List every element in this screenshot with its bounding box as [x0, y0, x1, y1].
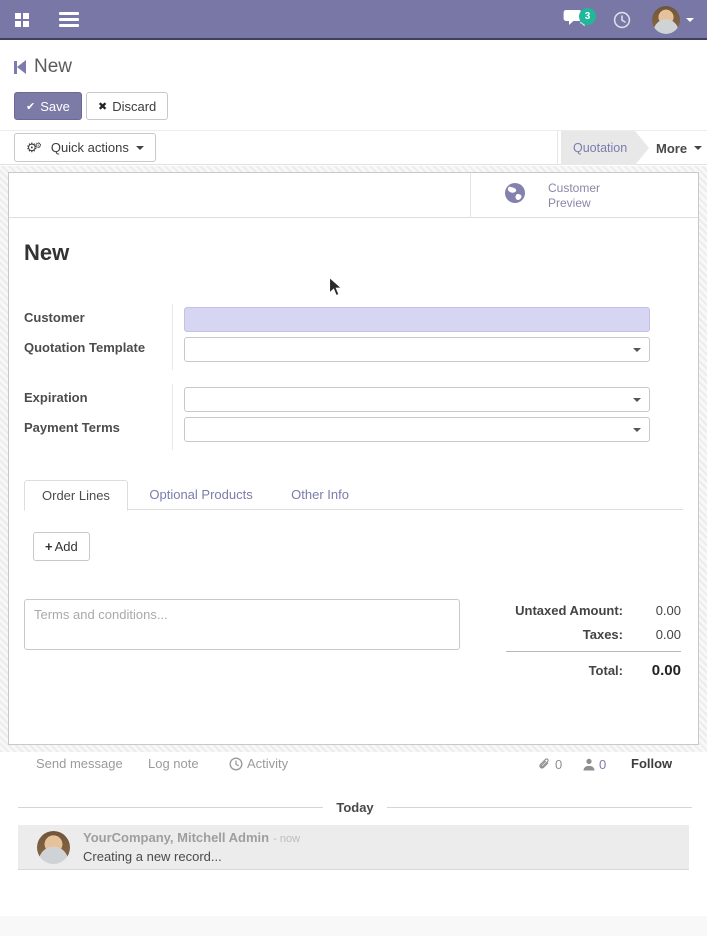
- stage-more-button[interactable]: More: [656, 131, 702, 165]
- terms-field: [24, 599, 460, 650]
- bottom-strip: [0, 916, 707, 936]
- paperclip-icon: [537, 757, 552, 772]
- send-message-button[interactable]: Send message: [36, 756, 123, 771]
- top-navbar: 3: [0, 0, 707, 40]
- payment-terms-input[interactable]: [185, 418, 649, 441]
- expiration-label: Expiration: [24, 390, 88, 405]
- customer-field[interactable]: [184, 307, 650, 332]
- tab-other-info[interactable]: Other Info: [274, 480, 366, 511]
- activity-clock-icon[interactable]: [613, 11, 631, 34]
- save-button[interactable]: ✔ Save: [14, 92, 82, 120]
- payment-terms-label: Payment Terms: [24, 420, 120, 435]
- customer-preview-button[interactable]: Customer Preview: [471, 173, 698, 218]
- clock-icon: [229, 757, 243, 771]
- add-line-button[interactable]: + Add: [33, 532, 90, 561]
- hamburger-menu-icon[interactable]: [59, 12, 79, 30]
- discard-button[interactable]: ✖ Discard: [86, 92, 168, 120]
- quotation-template-field[interactable]: [184, 337, 650, 362]
- odoo-window: 3 New ✔ Save ✖ Discard ⚙⚙ Quick actions …: [0, 0, 707, 936]
- followers-count: 0: [599, 757, 606, 772]
- chatter-toolbar: Send message Log note Activity 0 0 Follo…: [0, 756, 707, 778]
- notebook-tabs: Order Lines Optional Products Other Info: [24, 479, 683, 510]
- statusbar-row: ⚙⚙ Quick actions Quotation More: [0, 130, 707, 165]
- dropdown-caret-icon[interactable]: [633, 428, 641, 432]
- untaxed-amount-label: Untaxed Amount:: [515, 603, 623, 618]
- group-divider: [172, 384, 173, 450]
- schedule-activity-button[interactable]: Activity: [229, 756, 288, 771]
- total-value: 0.00: [623, 662, 681, 679]
- date-divider-label: Today: [323, 800, 386, 815]
- person-icon: [583, 758, 595, 771]
- group-divider: [172, 304, 173, 370]
- totals-panel: Untaxed Amount: 0.00 Taxes: 0.00 Total: …: [441, 603, 681, 688]
- stat-button-row: Customer Preview: [9, 173, 698, 218]
- customer-input[interactable]: [185, 308, 649, 331]
- terms-textarea[interactable]: [24, 599, 460, 650]
- taxes-value: 0.00: [623, 627, 681, 642]
- stat-button-label: Customer Preview: [548, 181, 610, 211]
- chevron-down-icon: [136, 146, 144, 150]
- gears-icon: ⚙⚙: [26, 140, 45, 156]
- chevron-down-icon: [694, 146, 702, 150]
- message-author: YourCompany, Mitchell Admin- now: [83, 830, 300, 845]
- total-label: Total:: [589, 663, 623, 678]
- message-body: Creating a new record...: [83, 849, 222, 864]
- expiration-input[interactable]: [185, 388, 649, 411]
- dropdown-caret-icon[interactable]: [633, 398, 641, 402]
- dropdown-caret-icon[interactable]: [633, 348, 641, 352]
- date-divider: Today: [18, 798, 692, 816]
- attachments-count: 0: [555, 757, 562, 772]
- message-avatar: [37, 831, 70, 864]
- stage-quotation[interactable]: Quotation: [561, 131, 649, 165]
- untaxed-amount-value: 0.00: [623, 603, 681, 618]
- breadcrumb-title: New: [34, 56, 72, 78]
- attachments-button[interactable]: 0: [537, 757, 562, 772]
- taxes-label: Taxes:: [583, 627, 623, 642]
- quick-actions-button[interactable]: ⚙⚙ Quick actions: [14, 133, 156, 162]
- user-avatar[interactable]: [652, 6, 680, 34]
- apps-grid-icon[interactable]: [15, 13, 29, 27]
- tab-order-lines[interactable]: Order Lines: [24, 480, 128, 511]
- user-menu-caret-icon[interactable]: [686, 18, 694, 22]
- follow-button[interactable]: Follow: [631, 756, 672, 771]
- back-to-list-icon[interactable]: [14, 60, 26, 74]
- totals-divider: [506, 651, 681, 652]
- quotation-template-input[interactable]: [185, 338, 649, 361]
- quotation-template-label: Quotation Template: [24, 340, 145, 355]
- log-note-button[interactable]: Log note: [148, 756, 199, 771]
- followers-button[interactable]: 0: [583, 757, 606, 772]
- messages-count-badge[interactable]: 3: [579, 8, 596, 25]
- check-icon: ✔: [26, 100, 35, 113]
- chatter-message[interactable]: YourCompany, Mitchell Admin- now Creatin…: [18, 825, 689, 870]
- message-timestamp: - now: [273, 833, 300, 845]
- statusbar-divider: [557, 131, 558, 165]
- globe-icon: [504, 182, 526, 209]
- expiration-field[interactable]: [184, 387, 650, 412]
- customer-label: Customer: [24, 310, 85, 325]
- x-icon: ✖: [98, 100, 107, 113]
- record-title: New: [24, 240, 69, 266]
- tab-optional-products[interactable]: Optional Products: [132, 480, 269, 511]
- plus-icon: +: [45, 539, 53, 554]
- payment-terms-field[interactable]: [184, 417, 650, 442]
- breadcrumb: New: [14, 56, 72, 78]
- form-sheet: Customer Preview New Customer Quotation …: [8, 172, 699, 745]
